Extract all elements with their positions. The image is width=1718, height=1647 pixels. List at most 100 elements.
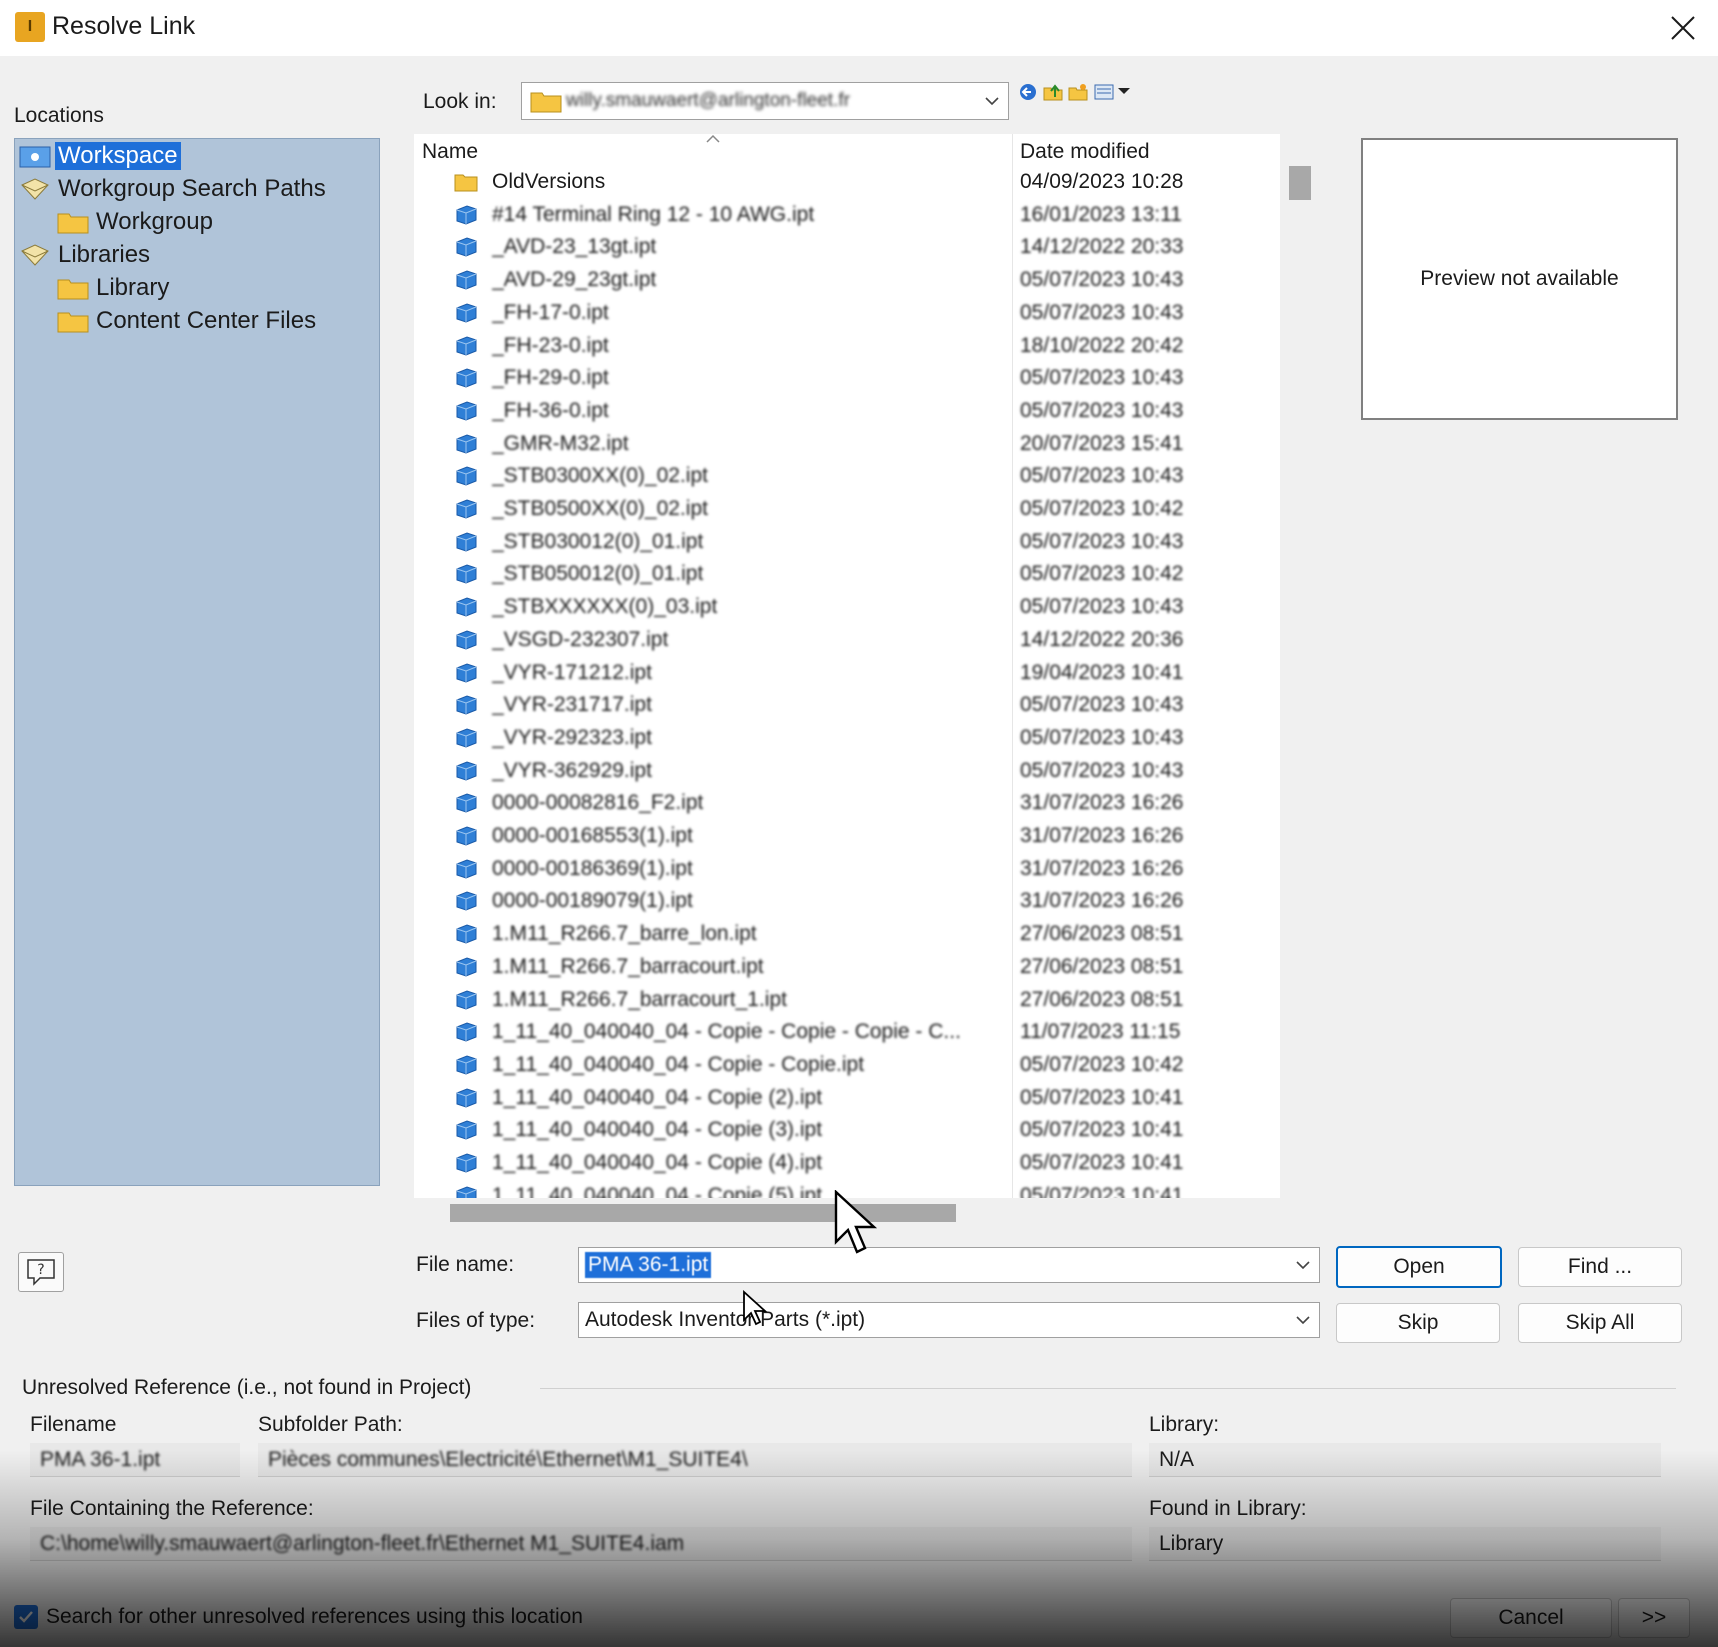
folder-row[interactable]: OldVersions 04/09/2023 10:28 bbox=[414, 168, 1280, 200]
location-label: Workgroup Search Paths bbox=[58, 175, 326, 202]
help-button[interactable]: ? bbox=[18, 1252, 64, 1292]
location-label: Workgroup bbox=[96, 208, 213, 235]
file-row[interactable]: _VSGD-232307.ipt 14/12/2022 20:36 bbox=[414, 626, 1280, 658]
file-row[interactable]: _GMR-M32.ipt 20/07/2023 15:41 bbox=[414, 430, 1280, 462]
file-date: 27/06/2023 08:51 bbox=[1020, 922, 1184, 946]
filename-value: PMA 36-1.ipt bbox=[40, 1447, 161, 1471]
cancel-button[interactable]: Cancel bbox=[1450, 1598, 1612, 1638]
file-name: 1.M11_R266.7_barracourt.ipt bbox=[492, 954, 764, 978]
library-field: N/A bbox=[1149, 1443, 1661, 1477]
skip-button[interactable]: Skip bbox=[1336, 1303, 1500, 1343]
file-date: 05/07/2023 10:41 bbox=[1020, 1151, 1184, 1174]
location-label: Libraries bbox=[58, 241, 151, 268]
file-name: 1_11_40_040040_04 - Copie (4).ipt bbox=[492, 1151, 823, 1174]
file-date: 05/07/2023 10:43 bbox=[1020, 268, 1184, 292]
file-type-select[interactable]: Autodesk Inventor Parts (*.ipt) bbox=[578, 1302, 1320, 1338]
file-row[interactable]: 0000-00082816_F2.ipt 31/07/2023 16:26 bbox=[414, 789, 1280, 821]
file-row[interactable]: _VYR-362929.ipt 05/07/2023 10:43 bbox=[414, 757, 1280, 789]
file-row[interactable]: 0000-00168553(1).ipt 31/07/2023 16:26 bbox=[414, 822, 1280, 854]
file-row[interactable]: _FH-36-0.ipt 05/07/2023 10:43 bbox=[414, 397, 1280, 429]
file-row[interactable]: _AVD-23_13gt.ipt 14/12/2022 20:33 bbox=[414, 233, 1280, 265]
containing-file-field: C:\home\willy.smauwaert@arlington-fleet.… bbox=[30, 1527, 1132, 1561]
close-button[interactable] bbox=[1648, 0, 1718, 56]
find-button[interactable]: Find ... bbox=[1518, 1247, 1682, 1287]
open-button[interactable]: Open bbox=[1336, 1246, 1502, 1288]
location-workgroup[interactable]: Workgroup bbox=[57, 207, 216, 237]
file-row[interactable]: _VYR-171212.ipt 19/04/2023 10:41 bbox=[414, 659, 1280, 691]
folder-icon bbox=[530, 92, 562, 113]
file-name: 0000-00186369(1).ipt bbox=[492, 856, 693, 880]
file-type-label: Files of type: bbox=[416, 1309, 536, 1332]
file-row[interactable]: #14 Terminal Ring 12 - 10 AWG.ipt 16/01/2… bbox=[414, 201, 1280, 233]
up-folder-icon[interactable] bbox=[1043, 82, 1063, 102]
new-folder-icon[interactable] bbox=[1068, 82, 1088, 102]
library-label: Library: bbox=[1149, 1413, 1220, 1436]
file-name: _GMR-M32.ipt bbox=[492, 431, 629, 455]
file-row[interactable]: 1_11_40_040040_04 - Copie (2).ipt 05/07/2… bbox=[414, 1084, 1280, 1116]
file-list[interactable]: Name Date modified OldVersions 04/09/2023… bbox=[414, 134, 1280, 1198]
file-row[interactable]: 0000-00186369(1).ipt 31/07/2023 16:26 bbox=[414, 855, 1280, 887]
view-menu-icon[interactable] bbox=[1094, 82, 1130, 102]
column-header-date[interactable]: Date modified bbox=[1020, 140, 1150, 164]
file-row[interactable]: 1.M11_R266.7_barracourt_1.ipt 27/06/2023 … bbox=[414, 986, 1280, 1018]
found-in-library-field: Library bbox=[1149, 1527, 1661, 1561]
file-date: 31/07/2023 16:26 bbox=[1020, 824, 1184, 847]
file-date: 31/07/2023 16:26 bbox=[1020, 791, 1184, 815]
horizontal-scrollbar-thumb[interactable] bbox=[450, 1204, 956, 1222]
file-row[interactable]: _FH-23-0.ipt 18/10/2022 20:42 bbox=[414, 332, 1280, 364]
file-date: 05/07/2023 10:41 bbox=[1020, 1183, 1184, 1198]
file-row[interactable]: 1_11_40_040040_04 - Copie (3).ipt 05/07/2… bbox=[414, 1116, 1280, 1148]
file-row[interactable]: _STBXXXXXX(0)_03.ipt 05/07/2023 10:43 bbox=[414, 593, 1280, 625]
file-row[interactable]: _VYR-231717.ipt 05/07/2023 10:43 bbox=[414, 691, 1280, 723]
file-name-label: File name: bbox=[416, 1253, 515, 1276]
file-row[interactable]: 1_11_40_040040_04 - Copie (4).ipt 05/07/2… bbox=[414, 1149, 1280, 1181]
file-date: 11/07/2023 11:15 bbox=[1020, 1020, 1181, 1044]
file-name: _AVD-23_13gt.ipt bbox=[492, 235, 657, 259]
back-icon[interactable] bbox=[1018, 82, 1038, 102]
part-file-icon bbox=[456, 1120, 477, 1140]
file-row[interactable]: _STB0500XX(0)_02.ipt 05/07/2023 10:42 bbox=[414, 495, 1280, 527]
skip-all-button[interactable]: Skip All bbox=[1518, 1303, 1682, 1343]
vertical-scrollbar-thumb[interactable] bbox=[1289, 166, 1311, 200]
file-row[interactable]: _FH-17-0.ipt 05/07/2023 10:43 bbox=[414, 299, 1280, 331]
file-row[interactable]: _STB050012(0)_01.ipt 05/07/2023 10:42 bbox=[414, 560, 1280, 592]
file-row[interactable]: 1_11_40_040040_04 - Copie - Copie - Copi… bbox=[414, 1018, 1280, 1050]
location-workspace[interactable]: Workspace bbox=[19, 141, 181, 171]
location-library[interactable]: Library bbox=[57, 273, 172, 303]
location-libraries[interactable]: Libraries bbox=[19, 240, 153, 270]
file-name: 1.M11_R266.7_barre_lon.ipt bbox=[492, 922, 757, 946]
part-file-icon bbox=[456, 989, 477, 1010]
file-date: 05/07/2023 10:43 bbox=[1020, 529, 1184, 553]
file-row[interactable]: _STB030012(0)_01.ipt 05/07/2023 10:43 bbox=[414, 528, 1280, 560]
location-content-center-files[interactable]: Content Center Files bbox=[57, 306, 319, 336]
file-row[interactable]: 1.M11_R266.7_barre_lon.ipt 27/06/2023 08:… bbox=[414, 920, 1280, 952]
file-row[interactable]: _STB0300XX(0)_02.ipt 05/07/2023 10:43 bbox=[414, 462, 1280, 494]
location-workgroup-search-paths[interactable]: Workgroup Search Paths bbox=[19, 174, 329, 204]
file-row[interactable]: _VYR-292323.ipt 05/07/2023 10:43 bbox=[414, 724, 1280, 756]
file-date: 05/07/2023 10:43 bbox=[1020, 300, 1184, 324]
file-name: _VYR-292323.ipt bbox=[492, 725, 652, 749]
file-date: 05/07/2023 10:41 bbox=[1020, 1118, 1184, 1142]
file-date: 14/12/2022 20:36 bbox=[1020, 627, 1184, 651]
file-row[interactable]: 1_11_40_040040_04 - Copie - Copie.ipt 05/… bbox=[414, 1051, 1280, 1083]
window-title: Resolve Link bbox=[52, 12, 196, 40]
search-checkbox-row[interactable]: Search for other unresolved references u… bbox=[14, 1602, 583, 1632]
file-row[interactable]: _AVD-29_23gt.ipt 05/07/2023 10:43 bbox=[414, 266, 1280, 298]
file-row[interactable]: 0000-00189079(1).ipt 31/07/2023 16:26 bbox=[414, 887, 1280, 919]
file-name: _FH-29-0.ipt bbox=[492, 366, 609, 390]
containing-file-label: File Containing the Reference: bbox=[30, 1497, 314, 1520]
file-name: _FH-23-0.ipt bbox=[492, 333, 609, 357]
file-row[interactable]: _FH-29-0.ipt 05/07/2023 10:43 bbox=[414, 364, 1280, 396]
lookin-dropdown[interactable]: willy.smauwaert@arlington-fleet.fr bbox=[521, 82, 1009, 120]
file-row[interactable]: 1.M11_R266.7_barracourt.ipt 27/06/2023 08… bbox=[414, 953, 1280, 985]
containing-file-value: C:\home\willy.smauwaert@arlington-fleet.… bbox=[40, 1531, 685, 1555]
search-checkbox[interactable] bbox=[14, 1605, 38, 1629]
file-name: 1.M11_R266.7_barracourt_1.ipt bbox=[492, 987, 787, 1011]
sort-ascending-icon bbox=[706, 134, 720, 143]
checkmark-icon bbox=[19, 1611, 33, 1623]
file-name-input[interactable]: PMA 36-1.ipt bbox=[578, 1247, 1320, 1283]
column-header-name[interactable]: Name bbox=[422, 140, 478, 164]
file-name: _STB0300XX(0)_02.ipt bbox=[492, 464, 708, 488]
part-file-icon bbox=[456, 1055, 477, 1075]
more-options-button[interactable]: >> bbox=[1618, 1598, 1690, 1638]
